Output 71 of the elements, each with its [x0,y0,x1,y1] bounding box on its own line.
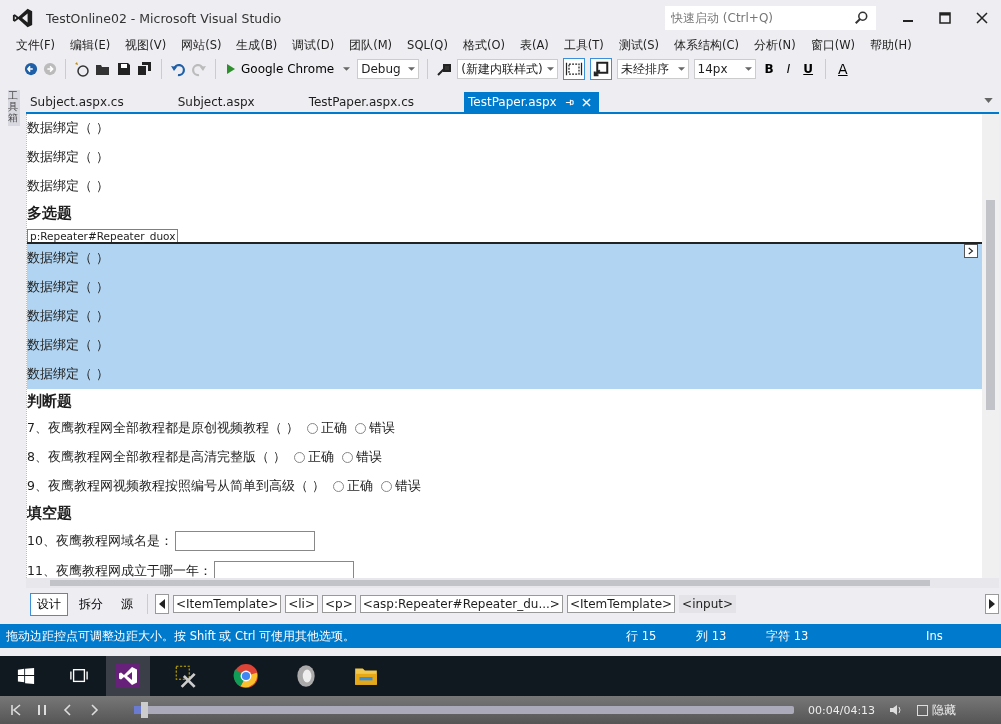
toolbox-strip[interactable]: 工具箱 [8,90,20,126]
option-label: 错误 [355,449,382,466]
section-heading: 多选题 [27,203,73,224]
menu-item[interactable]: 测试(S) [611,37,667,53]
run-button[interactable]: Google Chrome [224,62,353,76]
section-heading: 填空题 [27,503,73,524]
question-text: 10、夜鹰教程网域名是： [27,532,173,550]
menu-item[interactable]: 帮助(H) [862,37,920,53]
menu-item[interactable]: 调试(D) [284,37,342,53]
character-number: 字符 13 [766,628,810,644]
window-title: TestOnline02 - Microsoft Visual Studio [46,10,282,26]
bound-text: 数据绑定（ ） [27,273,982,302]
section-heading: 判断题 [27,391,73,412]
bound-text: 数据绑定（ ） [27,244,982,273]
menu-item[interactable]: 工具(T) [556,37,612,53]
bound-text: 数据绑定（ ） [27,331,982,360]
column-number: 列 13 [696,628,728,644]
element-tag[interactable]: p:Repeater#Repeater_duox [27,229,179,242]
option-label: 错误 [368,420,395,437]
menu-item[interactable]: 窗口(W) [803,37,863,53]
bound-text: 数据绑定（ ） [27,148,110,166]
format-button[interactable]: I [782,62,795,76]
style-dropdown[interactable]: (新建内联样式) [457,59,558,79]
menu-item[interactable]: 编辑(E) [62,37,118,53]
config-dropdown[interactable]: Debug [357,59,420,79]
insert-mode: Ins [926,629,943,643]
document-tab[interactable]: Subject.aspx [173,92,277,112]
menu-item[interactable]: 生成(B) [228,37,285,53]
font-size-dropdown[interactable]: 14px [693,59,756,79]
menu-item[interactable]: 表(A) [512,37,557,53]
menu-item[interactable]: 网站(S) [173,37,229,53]
bound-text: 数据绑定（ ） [27,302,982,331]
hide-label: 隐藏 [932,701,957,719]
option-label: 正确 [307,449,334,466]
option-label: 正确 [320,420,347,437]
menu-item[interactable]: 文件(F) [8,37,63,53]
bound-text: 数据绑定（ ） [27,119,110,137]
question-text: 11、夜鹰教程网成立于哪一年： [27,562,212,578]
menu-item[interactable]: 团队(M) [341,37,400,53]
menu-item[interactable]: 视图(V) [117,37,174,53]
menu-item[interactable]: 分析(N) [746,37,804,53]
breadcrumb-tag[interactable]: <li> [285,595,318,613]
breadcrumb-tag[interactable]: <input> [679,595,737,613]
question-text: 9、夜鹰教程网视频教程按照编号从简单到高级（ ） [27,478,325,495]
menu-item[interactable]: SQL(Q) [399,38,456,52]
bound-text: 数据绑定（ ） [27,360,982,389]
document-tab[interactable]: Subject.aspx.cs [26,92,146,112]
breadcrumb-tag[interactable]: <asp:Repeater#Repeater_du...> [359,595,563,613]
document-tab[interactable]: TestPaper.aspx [464,92,599,112]
option-label: 错误 [394,478,421,495]
bound-text: 数据绑定（ ） [27,177,110,195]
status-message: 拖动边距控点可调整边距大小。按 Shift 或 Ctrl 可使用其他选项。 [6,628,357,644]
format-button[interactable]: U [799,62,818,76]
playback-time: 00:04/04:13 [808,703,876,717]
menu-item[interactable]: 格式(O) [455,37,513,53]
breadcrumb-tag[interactable]: <p> [321,595,356,613]
option-label: 正确 [346,478,373,495]
view-button[interactable]: 设计 [30,592,68,616]
breadcrumb-tag[interactable]: <ItemTemplate> [566,595,676,613]
format-button[interactable]: B [760,62,778,76]
line-number: 行 15 [626,628,658,644]
quick-launch-field[interactable]: 快速启动 (Ctrl+Q) [665,6,876,30]
breadcrumb-tag[interactable]: <ItemTemplate> [173,595,282,613]
question-text: 8、夜鹰教程网全部教程都是高清完整版（ ） [27,449,286,466]
menu-item[interactable]: 体系结构(C) [666,37,747,53]
order-dropdown[interactable]: 未经排序 [616,59,689,79]
view-button[interactable]: 拆分 [72,592,110,616]
document-tab[interactable]: TestPaper.aspx.cs [304,92,436,112]
question-text: 7、夜鹰教程网全部教程都是原创视频教程（ ） [27,420,299,437]
font-color-button[interactable]: A [834,61,852,77]
view-button[interactable]: 源 [114,592,140,616]
